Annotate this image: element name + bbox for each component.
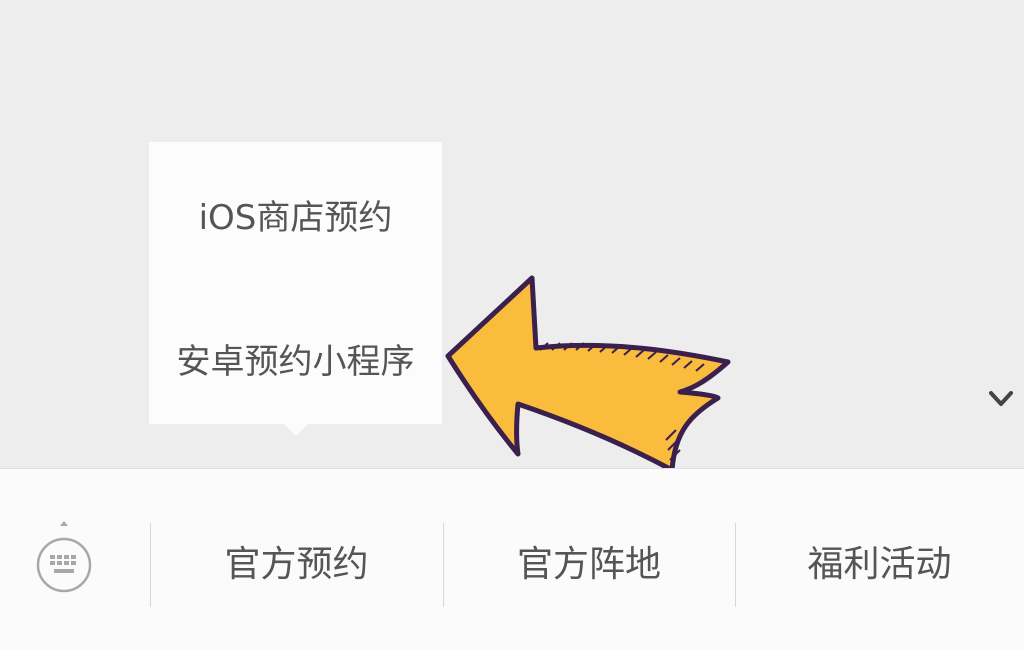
menu-button-official-hub[interactable]: 官方阵地 (443, 517, 735, 613)
hand-drawn-arrow-icon (445, 275, 731, 473)
submenu-popup: iOS商店预约 安卓预约小程序 (149, 142, 442, 424)
submenu-item-ios-store-reservation[interactable]: iOS商店预约 (149, 190, 442, 239)
bottom-menu-bar: 官方预约 官方阵地 福利活动 (0, 468, 1024, 651)
submenu-caret (283, 423, 309, 436)
menu-button-official-reservation[interactable]: 官方预约 (150, 517, 443, 613)
keyboard-icon[interactable] (30, 519, 98, 599)
menu-button-welfare-events[interactable]: 福利活动 (735, 517, 1024, 613)
submenu-item-android-reservation-miniprogram[interactable]: 安卓预约小程序 (149, 334, 442, 383)
chevron-down-icon[interactable] (986, 384, 1016, 414)
